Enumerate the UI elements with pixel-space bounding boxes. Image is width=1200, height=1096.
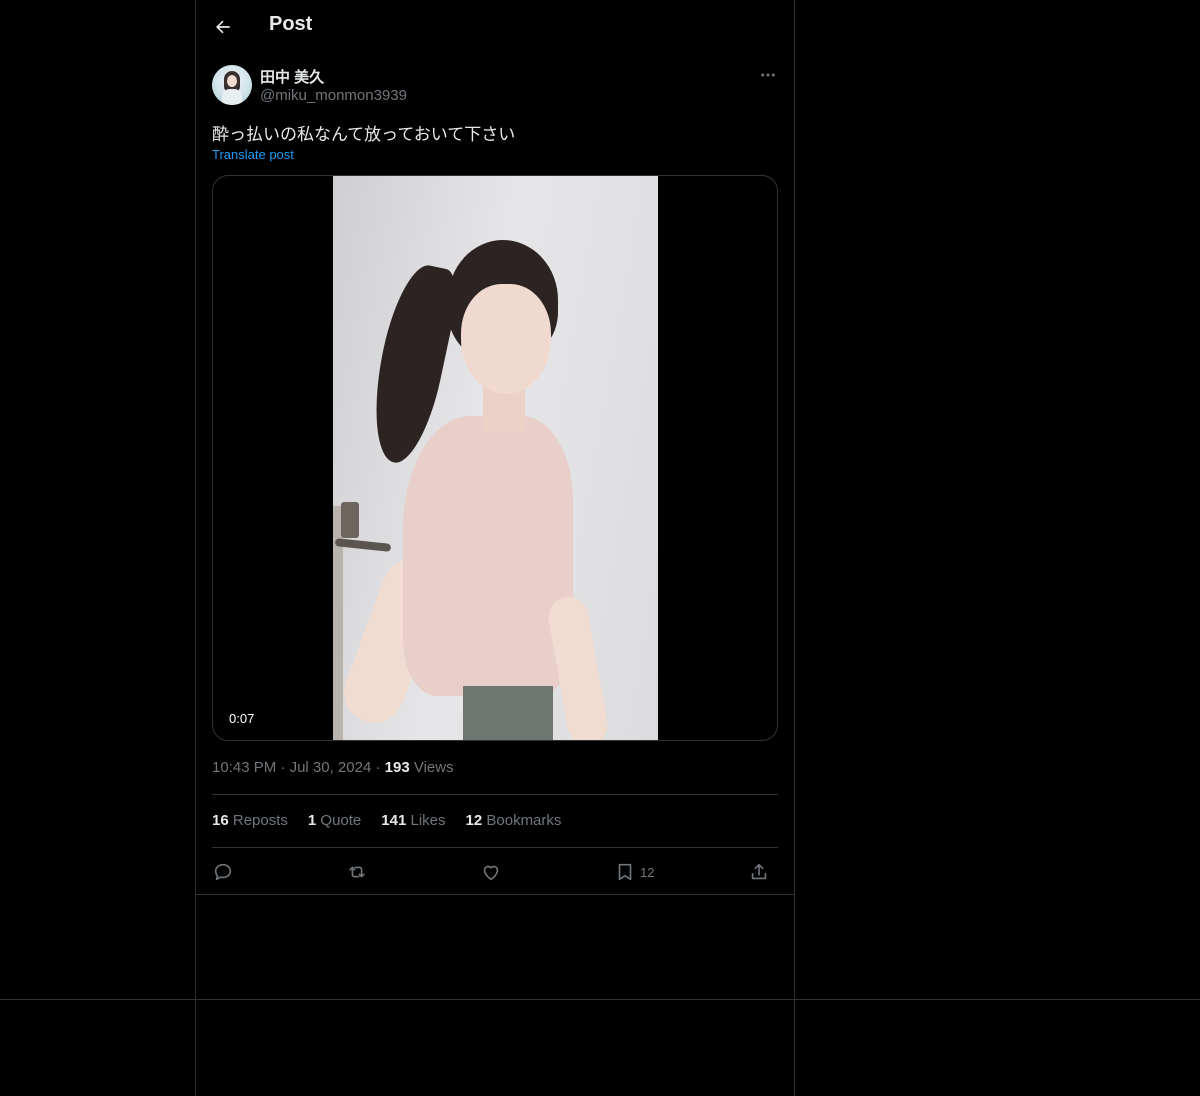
avatar[interactable]	[212, 65, 252, 105]
back-button[interactable]	[210, 14, 236, 40]
share-button[interactable]	[748, 856, 770, 888]
page-title: Post	[269, 13, 313, 35]
repost-icon	[349, 866, 365, 878]
main-column: Post 田中 美久 @miku_monmon3939 酔っ払いの私なんて放って…	[195, 0, 795, 1096]
face	[461, 284, 551, 394]
avatar-body	[222, 89, 242, 105]
avatar-face	[227, 75, 237, 87]
post-date[interactable]: Jul 30, 2024	[290, 759, 372, 776]
post-text: 酔っ払いの私なんて放っておいて下さい	[212, 125, 516, 145]
door-handle	[334, 538, 392, 552]
like-button[interactable]	[480, 856, 502, 888]
likes-stat[interactable]: 141 Likes	[381, 812, 445, 829]
share-icon	[751, 863, 767, 880]
more-options-button[interactable]	[756, 64, 780, 86]
heart-icon	[483, 865, 499, 881]
post-time[interactable]: 10:43 PM	[212, 759, 276, 776]
post-bottom-divider	[196, 894, 794, 895]
meta-dot: ·	[280, 759, 286, 776]
translate-post-link[interactable]: Translate post	[212, 147, 294, 162]
bookmarks-stat[interactable]: 12 Bookmarks	[466, 812, 562, 829]
quote-label: Quote	[320, 812, 362, 829]
likes-count: 141	[381, 812, 407, 829]
post-meta: 10:43 PM · Jul 30, 2024 · 193 Views	[212, 759, 454, 776]
bookmark-button[interactable]: 12	[614, 856, 654, 888]
more-icon	[761, 73, 775, 77]
author-name[interactable]: 田中 美久	[260, 66, 324, 87]
meta-dot: ·	[375, 759, 381, 776]
reply-icon	[214, 863, 232, 881]
action-bar: 12	[212, 856, 778, 888]
bookmarks-label: Bookmarks	[486, 812, 562, 829]
views-count: 193	[384, 759, 410, 776]
door-plate	[341, 502, 359, 538]
reply-button[interactable]	[212, 856, 234, 888]
bookmarks-count: 12	[465, 812, 483, 829]
reposts-stat[interactable]: 16 Reposts	[212, 812, 288, 829]
engagement-stats: 16 Reposts 1 Quote 141 Likes 12 Bookmark…	[212, 812, 561, 829]
repost-button[interactable]	[346, 856, 368, 888]
likes-label: Likes	[410, 812, 446, 829]
arrow-left-icon	[216, 20, 230, 34]
video-player[interactable]: 0:07	[212, 175, 778, 741]
divider	[212, 847, 778, 848]
reposts-count: 16	[212, 812, 229, 829]
quote-count: 1	[307, 812, 317, 829]
bookmark-action-count: 12	[640, 864, 655, 880]
bookmark-icon	[618, 863, 632, 881]
divider	[212, 794, 778, 795]
author-handle[interactable]: @miku_monmon3939	[260, 87, 407, 104]
pants	[463, 686, 553, 740]
video-frame	[333, 176, 658, 740]
reposts-label: Reposts	[232, 812, 288, 829]
views-label: Views	[413, 759, 454, 776]
shirt	[403, 416, 573, 696]
page-header: Post	[196, 0, 794, 54]
quotes-stat[interactable]: 1 Quote	[308, 812, 361, 829]
video-timecode: 0:07	[225, 710, 259, 727]
